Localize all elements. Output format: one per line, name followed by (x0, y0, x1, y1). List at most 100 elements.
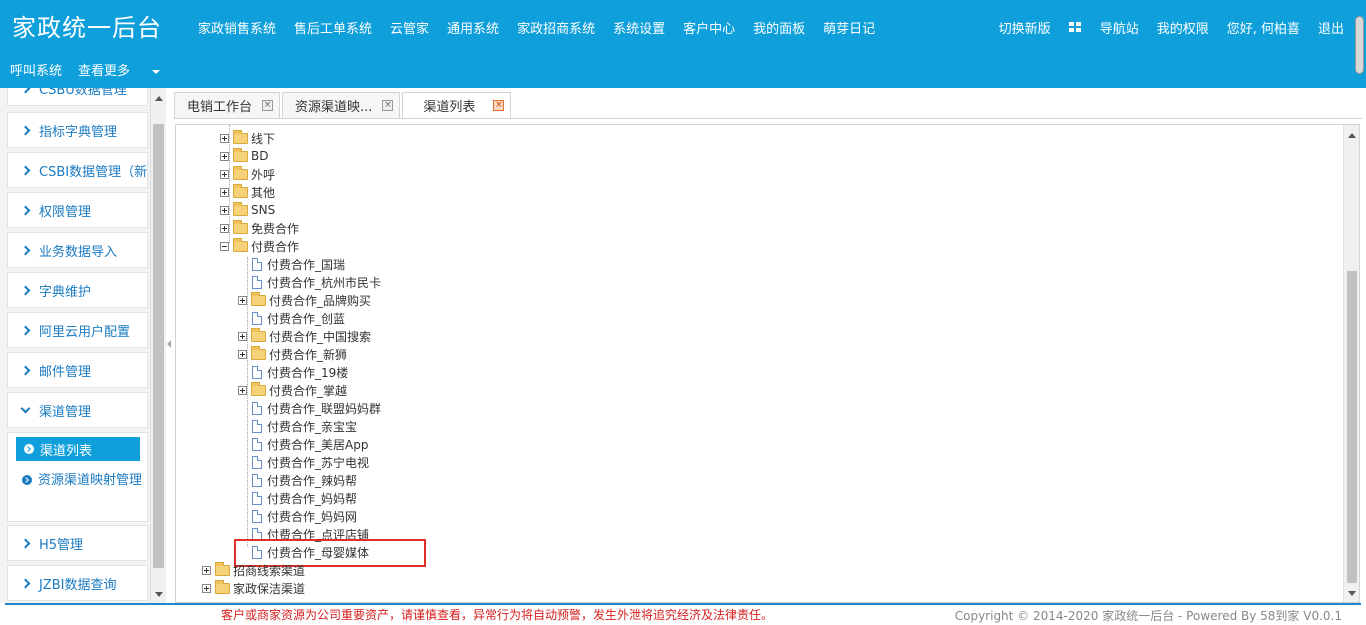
tree-node-paid-coop[interactable]: 付费合作 (220, 237, 299, 255)
tree-leaf[interactable]: 付费合作_亲宝宝 (252, 417, 357, 435)
file-icon (252, 509, 262, 523)
call-system-link[interactable]: 呼叫系统 (10, 60, 62, 79)
file-icon (252, 491, 262, 505)
collapse-sidebar-icon[interactable] (167, 340, 171, 348)
tab-resource-mapping[interactable]: 资源渠道映... × (282, 92, 401, 118)
tree-node[interactable]: 付费合作_掌越 (238, 381, 347, 399)
sidebar-subitem-label: 渠道列表 (40, 443, 93, 459)
nav-item-cloud-butler[interactable]: 云管家 (390, 18, 429, 37)
switch-version-link[interactable]: 切换新版 (999, 18, 1051, 37)
sidebar-subitem-resource-mapping[interactable]: 资源渠道映射管理 (22, 471, 142, 491)
sidebar-item-label: H5管理 (39, 537, 84, 553)
expand-icon[interactable] (238, 331, 247, 341)
sidebar-item-label: 指标字典管理 (39, 124, 118, 140)
app-logo[interactable]: 家政统一后台 (12, 8, 162, 43)
sidebar-item-index-dict[interactable]: 指标字典管理 (7, 112, 148, 148)
more-menu[interactable]: 查看更多 (78, 60, 161, 79)
tree-leaf[interactable]: 付费合作_19楼 (252, 363, 348, 381)
tree-leaf[interactable]: 付费合作_联盟妈妈群 (252, 399, 381, 417)
tree-leaf[interactable]: 付费合作_杭州市民卡 (252, 273, 381, 291)
content-scrollbar[interactable] (1343, 125, 1359, 602)
nav-item-sales[interactable]: 家政销售系统 (198, 18, 276, 37)
tree-leaf[interactable]: 付费合作_苏宁电视 (252, 453, 369, 471)
tab-bar: 电销工作台 × 资源渠道映... × 渠道列表 × (174, 92, 513, 118)
tree-node[interactable]: 线下 (220, 129, 275, 147)
window-scrollbar[interactable] (1355, 16, 1364, 74)
nav-item-settings[interactable]: 系统设置 (613, 18, 665, 37)
sidebar-item-jzbi[interactable]: JZBI数据查询 (7, 565, 148, 601)
sidebar-item-permission[interactable]: 权限管理 (7, 192, 148, 228)
tab-label: 电销工作台 (187, 100, 253, 115)
sidebar-item-channel-mgmt[interactable]: 渠道管理 (7, 392, 148, 428)
tab-sales-workbench[interactable]: 电销工作台 × (174, 92, 281, 118)
nav-item-diary[interactable]: 萌芽日记 (823, 18, 875, 37)
sidebar-item-label: JZBI数据查询 (39, 577, 117, 593)
sidebar-item-csbu[interactable]: CSBU数据管理 (7, 88, 148, 106)
tree-leaf[interactable]: 付费合作_国瑞 (252, 255, 345, 273)
circle-arrow-icon (22, 475, 32, 485)
grid-icon[interactable] (1068, 22, 1082, 33)
chevron-right-icon (20, 88, 31, 93)
tree-leaf[interactable]: 付费合作_辣妈帮 (252, 471, 357, 489)
collapse-icon[interactable] (220, 241, 229, 251)
nav-item-general[interactable]: 通用系统 (447, 18, 499, 37)
sidebar-subitem-channel-list[interactable]: 渠道列表 (16, 437, 140, 461)
scroll-down-icon[interactable] (155, 592, 163, 597)
sidebar-scrollbar[interactable] (150, 88, 166, 603)
tree-node[interactable]: 其他 (220, 183, 275, 201)
sidebar-item-label: 字典维护 (39, 284, 92, 300)
tree-node[interactable]: 付费合作_新狮 (238, 345, 347, 363)
tree-node[interactable]: 招商线索渠道 (202, 561, 305, 579)
nav-site-link[interactable]: 导航站 (1100, 18, 1139, 37)
expand-icon[interactable] (220, 151, 229, 161)
expand-icon[interactable] (238, 295, 247, 305)
nav-item-dashboard[interactable]: 我的面板 (753, 18, 805, 37)
tree-node-label: 付费合作_妈妈帮 (267, 491, 358, 506)
sidebar-item-label: 邮件管理 (39, 364, 92, 380)
user-greeting[interactable]: 您好, 何柏喜 (1227, 18, 1300, 37)
tab-channel-list[interactable]: 渠道列表 × (402, 92, 512, 118)
tree-node[interactable]: 付费合作_品牌购买 (238, 291, 371, 309)
expand-icon[interactable] (220, 187, 229, 197)
logout-link[interactable]: 退出 (1318, 18, 1344, 37)
tree-leaf[interactable]: 付费合作_创蓝 (252, 309, 345, 327)
nav-item-investment[interactable]: 家政招商系统 (517, 18, 595, 37)
file-icon (252, 311, 262, 325)
scroll-down-icon[interactable] (1348, 591, 1356, 596)
expand-icon[interactable] (202, 583, 211, 593)
sidebar-item-csbi[interactable]: CSBI数据管理（新 (7, 152, 148, 188)
tree-node[interactable]: 外呼 (220, 165, 275, 183)
close-icon[interactable]: × (493, 100, 505, 111)
expand-icon[interactable] (220, 169, 229, 179)
my-permission-link[interactable]: 我的权限 (1157, 18, 1209, 37)
tree-node[interactable]: 家政保洁渠道 (202, 579, 305, 597)
expand-icon[interactable] (202, 565, 211, 575)
sidebar-item-dict-maint[interactable]: 字典维护 (7, 272, 148, 308)
scrollbar-thumb[interactable] (153, 124, 164, 568)
sidebar-item-aliyun[interactable]: 阿里云用户配置 (7, 312, 148, 348)
tree-leaf[interactable]: 付费合作_美居App (252, 435, 368, 453)
nav-item-aftersale[interactable]: 售后工单系统 (294, 18, 372, 37)
tree-node[interactable]: SNS (220, 201, 275, 219)
tree-node[interactable]: 付费合作_中国搜索 (238, 327, 371, 345)
tree-node[interactable]: BD (220, 147, 268, 165)
tree-node-label: 付费合作 (251, 239, 300, 254)
expand-icon[interactable] (238, 385, 247, 395)
tree-leaf[interactable]: 付费合作_妈妈网 (252, 507, 357, 525)
close-icon[interactable]: × (262, 100, 274, 111)
expand-icon[interactable] (220, 223, 229, 233)
expand-icon[interactable] (220, 133, 229, 143)
scroll-up-icon[interactable] (155, 96, 163, 101)
expand-icon[interactable] (238, 349, 247, 359)
scroll-up-icon[interactable] (1348, 133, 1356, 138)
scrollbar-thumb[interactable] (1347, 271, 1357, 583)
tree-node[interactable]: 免费合作 (220, 219, 299, 237)
close-icon[interactable]: × (382, 100, 394, 111)
sidebar-item-h5[interactable]: H5管理 (7, 525, 148, 561)
tree-node-label: 付费合作_新狮 (269, 347, 348, 362)
tree-leaf[interactable]: 付费合作_妈妈帮 (252, 489, 357, 507)
sidebar-item-mail[interactable]: 邮件管理 (7, 352, 148, 388)
sidebar-item-data-import[interactable]: 业务数据导入 (7, 232, 148, 268)
expand-icon[interactable] (220, 205, 229, 215)
nav-item-customer[interactable]: 客户中心 (683, 18, 735, 37)
